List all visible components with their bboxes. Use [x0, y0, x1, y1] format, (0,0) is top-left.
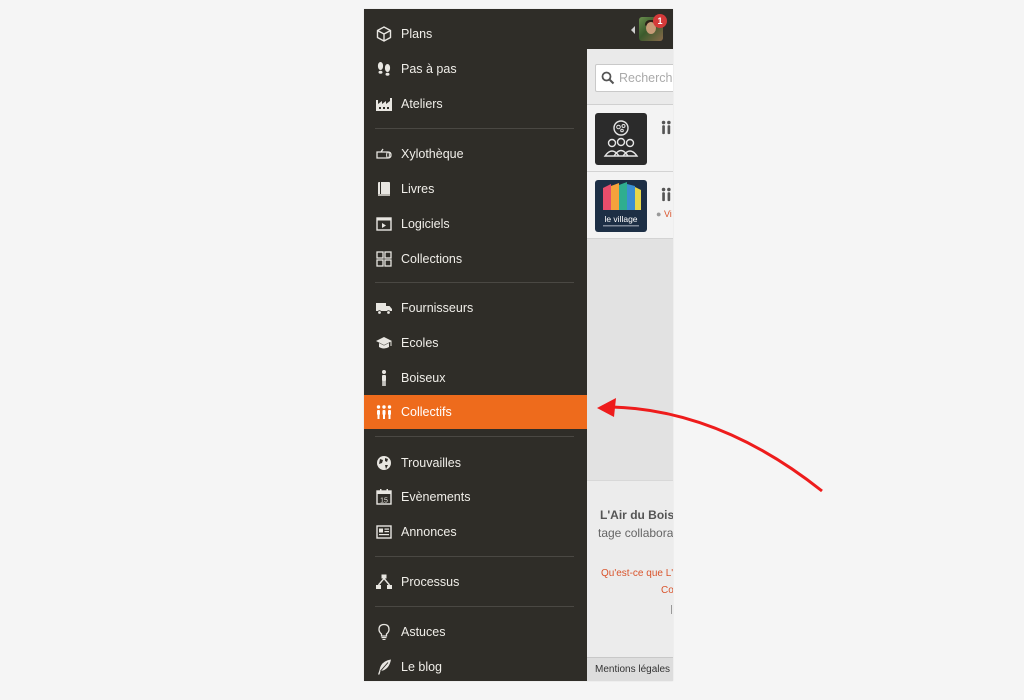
list-item[interactable]: [587, 105, 673, 172]
sidebar-item-logiciels[interactable]: Logiciels: [364, 207, 587, 241]
sidebar-item-label: Collections: [401, 252, 463, 266]
sidebar-item-pas-a-pas[interactable]: Pas à pas: [364, 52, 587, 86]
group-icon: [661, 187, 671, 202]
sidebar-item-label: Annonces: [401, 525, 457, 539]
sidebar-item-trouvailles[interactable]: Trouvailles: [364, 446, 587, 480]
menu-divider: [375, 436, 574, 437]
flowchart-icon: [375, 573, 393, 591]
sidebar-item-label: Evènements: [401, 490, 471, 504]
legal-notice-link[interactable]: Mentions légales: [587, 657, 673, 681]
search-area: [587, 49, 673, 105]
sidebar-item-label: Trouvailles: [401, 456, 461, 470]
menu-divider: [375, 282, 574, 283]
sidebar-item-annonces[interactable]: Annonces: [364, 515, 587, 549]
group-icon: [375, 403, 393, 421]
feather-icon: [375, 658, 393, 676]
sidebar-item-label: Ateliers: [401, 97, 443, 111]
sidebar-item-evenements[interactable]: 15 Evènements: [364, 480, 587, 514]
footer-link-about[interactable]: Qu'est-ce que L': [601, 568, 673, 579]
location: ● Vi: [656, 209, 672, 219]
sidebar-item-label: Ecoles: [401, 336, 439, 350]
calendar-icon: 15: [375, 488, 393, 506]
top-bar: 1: [587, 9, 673, 49]
sidebar-item-plans[interactable]: Plans: [364, 17, 587, 51]
sidebar-item-processus[interactable]: Processus: [364, 565, 587, 599]
cube-icon: [375, 25, 393, 43]
person-icon: [375, 369, 393, 387]
wood-log-icon: [375, 145, 393, 163]
sidebar-item-ateliers[interactable]: Ateliers: [364, 87, 587, 121]
book-icon: [375, 180, 393, 198]
calendar-day: 15: [380, 498, 388, 505]
caret-left-icon[interactable]: [631, 26, 635, 34]
graduation-cap-icon: [375, 334, 393, 352]
truck-icon: [375, 299, 393, 317]
globe-icon: [375, 454, 393, 472]
location-text: Vi: [663, 209, 672, 219]
sidebar-item-label: Xylothèque: [401, 147, 464, 161]
search-box: [595, 64, 673, 92]
sidebar-item-label: Plans: [401, 27, 433, 41]
menu-divider: [375, 556, 574, 557]
content-panel: 1 Recherch le village ● Vi L'Air du Bois…: [587, 9, 673, 681]
factory-icon: [375, 95, 393, 113]
sidebar-item-fournisseurs[interactable]: Fournisseurs: [364, 291, 587, 325]
footsteps-icon: [375, 60, 393, 78]
footer-divider: [671, 605, 672, 614]
sidebar-item-ecoles[interactable]: Ecoles: [364, 326, 587, 360]
list-item[interactable]: le village ● Vi: [587, 172, 673, 239]
footer-link[interactable]: Co: [661, 585, 673, 596]
menu-divider: [375, 606, 574, 607]
sidebar-item-le-blog[interactable]: Le blog: [364, 650, 587, 681]
sidebar-item-label: Le blog: [401, 660, 443, 674]
sidebar-item-label: Fournisseurs: [401, 301, 474, 315]
sidebar-item-label: Pas à pas: [401, 62, 457, 76]
sidebar-item-boiseux[interactable]: Boiseux: [364, 361, 587, 395]
le-village-logo: le village: [595, 180, 647, 232]
sidebar-item-livres[interactable]: Livres: [364, 172, 587, 206]
sidebar-item-xylotheque[interactable]: Xylothèque: [364, 137, 587, 171]
software-window-icon: [375, 215, 393, 233]
search-icon: [601, 71, 615, 85]
sidebar-item-label: Collectifs: [401, 405, 452, 419]
sidebar-item-label: Processus: [401, 575, 460, 589]
group-icon: [661, 120, 671, 135]
sidebar-item-collectifs[interactable]: Collectifs: [364, 395, 587, 429]
footer-title: L'Air du Bois: [600, 508, 673, 522]
notification-badge: 1: [653, 14, 667, 28]
sidebar-item-label: Logiciels: [401, 217, 450, 231]
newspaper-icon: [375, 523, 393, 541]
sidebar-item-label: Livres: [401, 182, 435, 196]
grid-icon: [375, 250, 393, 268]
sidebar-item-collections[interactable]: Collections: [364, 242, 587, 276]
people-thought-logo: [595, 113, 647, 165]
search-input[interactable]: [619, 71, 673, 85]
app-window: Plans Pas à pas Ateliers Xylothèque Livr…: [364, 9, 673, 681]
sidebar-menu: Plans Pas à pas Ateliers Xylothèque Livr…: [364, 9, 587, 681]
menu-divider: [375, 128, 574, 129]
logo-text: le village: [604, 214, 637, 224]
sidebar-item-astuces[interactable]: Astuces: [364, 615, 587, 649]
footer-subtitle: tage collabora: [598, 526, 673, 540]
lightbulb-icon: [375, 623, 393, 641]
sidebar-item-label: Boiseux: [401, 371, 446, 385]
sidebar-item-label: Astuces: [401, 625, 446, 639]
site-footer-info: L'Air du Bois tage collabora Qu'est-ce q…: [587, 480, 673, 661]
map-pin-icon: ●: [656, 209, 662, 219]
